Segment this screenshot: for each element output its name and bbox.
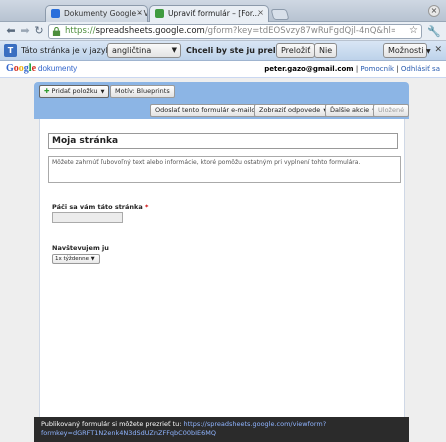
bookmark-star-icon[interactable]: ☆ — [409, 25, 418, 36]
translate-icon: T — [4, 44, 17, 57]
close-icon[interactable]: ✕ — [434, 45, 442, 55]
user-email: peter.gazo@gmail.com — [264, 65, 354, 73]
reload-icon[interactable]: ↻ — [32, 24, 46, 38]
google-header: Google dokumenty peter.gazo@gmail.com | P… — [0, 61, 446, 78]
chevron-down-icon: ▼ — [171, 46, 177, 54]
form-description-input[interactable]: Môžete zahrnúť ľubovoľný text alebo info… — [48, 156, 401, 183]
google-logo[interactable]: Google dokumenty — [6, 63, 77, 74]
window-close-icon[interactable]: × — [428, 5, 440, 17]
add-item-button[interactable]: ✚ Pridať položku ▼ — [39, 85, 110, 98]
close-tab-icon[interactable]: × — [257, 8, 264, 17]
plus-icon: ✚ — [44, 87, 50, 95]
show-responses-button[interactable]: Zobraziť odpovede ▼ — [254, 104, 333, 117]
wrench-icon[interactable]: 🔧 — [427, 25, 441, 38]
saved-button[interactable]: Uložené — [373, 104, 410, 117]
back-arrow-icon[interactable]: ⬅ — [4, 24, 18, 38]
question-text: Páči sa vám táto stránka — [52, 203, 143, 211]
notice-text: Publikovaný formulár si môžete prezrieť … — [41, 420, 184, 428]
chevron-down-icon: ▼ — [100, 89, 105, 95]
chevron-down-icon: ▼ — [90, 256, 95, 262]
email-form-button[interactable]: Odoslať tento formulár e-mailom — [150, 104, 267, 117]
language-select[interactable]: angličtina ▼ — [107, 43, 181, 58]
translate-infobar: T Táto stránka je v jazyku angličtina ▼ … — [0, 41, 446, 61]
form-editor-toolbar: ✚ Pridať položku ▼ Motív: Blueprints Odo… — [34, 82, 410, 119]
select-value: 1x týždenne — [55, 256, 90, 262]
show-responses-label: Zobraziť odpovede — [259, 106, 321, 114]
help-link[interactable]: Pomocník — [360, 65, 394, 73]
address-bar[interactable]: https://spreadsheets.google.com/gform?ke… — [48, 24, 422, 39]
user-links: peter.gazo@gmail.com | Pomocník | Odhlás… — [264, 65, 440, 73]
spreadsheet-favicon-icon — [155, 9, 164, 18]
product-name: dokumenty — [38, 64, 78, 73]
published-form-notice: Publikovaný formulár si môžete prezrieť … — [34, 417, 409, 442]
form-title-input[interactable]: Moja stránka — [48, 133, 398, 149]
language-value: angličtina — [112, 46, 152, 55]
tab-bar: Dokumenty Google - VS... × Upraviť formu… — [0, 0, 446, 23]
url-text: https://spreadsheets.google.com/gform?ke… — [65, 26, 395, 36]
tab-google-docs[interactable]: Dokumenty Google - VS... × — [45, 5, 148, 23]
translate-button[interactable]: Preložiť — [276, 43, 316, 58]
signout-link[interactable]: Odhlásiť sa — [401, 65, 440, 73]
new-tab-button[interactable] — [270, 9, 290, 20]
options-button[interactable]: Možnosti ▼ — [383, 43, 431, 58]
lock-icon — [52, 27, 61, 36]
tab-title: Upraviť formulár – [For... — [168, 9, 260, 18]
more-actions-label: Ďalšie akcie — [330, 106, 370, 114]
add-item-label: Pridať položku — [51, 87, 98, 95]
frequency-select[interactable]: 1x týždenne ▼ — [52, 254, 100, 264]
theme-button[interactable]: Motív: Blueprints — [110, 85, 175, 98]
forward-arrow-icon[interactable]: ➡ — [18, 24, 32, 38]
no-translate-button[interactable]: Nie — [314, 43, 338, 58]
browser-toolbar: ⬅ ➡ ↻ https://spreadsheets.google.com/gf… — [0, 22, 446, 41]
question-label: Páči sa vám táto stránka * — [52, 203, 148, 211]
answer-text-input[interactable] — [52, 212, 123, 223]
options-label: Možnosti — [388, 46, 424, 55]
translate-prefix: Táto stránka je v jazyku — [21, 46, 116, 55]
required-marker: * — [145, 203, 149, 211]
question-label: Navštevujem ju — [52, 244, 109, 252]
google-docs-favicon-icon — [51, 9, 60, 18]
chevron-down-icon: ▼ — [426, 48, 431, 55]
tab-edit-form[interactable]: Upraviť formulár – [For... × — [149, 5, 269, 23]
close-tab-icon[interactable]: × — [136, 8, 143, 17]
